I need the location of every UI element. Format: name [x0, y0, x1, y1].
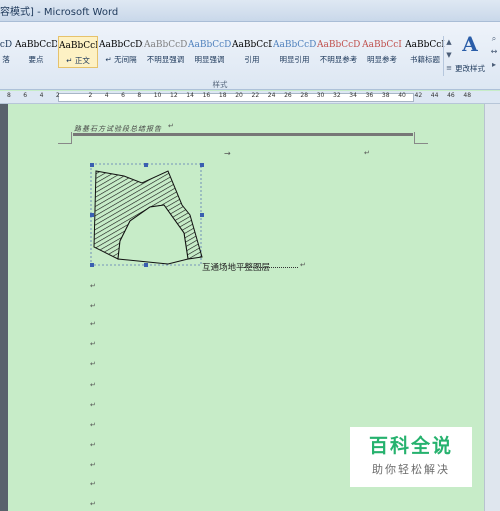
- select-icon[interactable]: ▸: [488, 58, 500, 71]
- ruler-tick-label: 44: [430, 92, 439, 99]
- ribbon-right-strip: ⌕ ↔ ▸: [488, 32, 500, 72]
- ruler-tick-label: 46: [447, 92, 455, 99]
- empty-paragraph-mark: ↵: [90, 360, 96, 368]
- empty-paragraph-mark: ↵: [90, 500, 96, 508]
- horizontal-ruler[interactable]: 8 6 4 2 2 4 6 8 10 12 14 16 18 20 22 24 26 28 30 32 34 36 38 40…: [0, 91, 500, 104]
- style-preview: AaBbCcDi: [273, 40, 316, 50]
- style-name: 明显参考: [367, 55, 397, 64]
- empty-paragraph-mark: ↵: [90, 401, 96, 409]
- ruler-tick-label: 20: [235, 92, 243, 99]
- find-icon[interactable]: ⌕: [488, 32, 500, 45]
- empty-paragraph-mark: ↵: [90, 282, 96, 290]
- header-rule: [73, 133, 413, 136]
- style-preview: AaBbCcDi: [99, 40, 143, 50]
- style-name: 不明显参考: [319, 55, 358, 64]
- style-name: ↵ 正文: [66, 56, 90, 65]
- style-preview: AaBbCcDi: [188, 40, 231, 50]
- style-item[interactable]: AaBbCcD 要点: [15, 36, 57, 68]
- ruler-tick-label: 22: [251, 92, 260, 99]
- margin-corner-right: [414, 132, 428, 144]
- ruler-tick-label: 14: [186, 92, 194, 99]
- style-preview: AaBbCcDi: [59, 41, 97, 51]
- empty-paragraph-mark: ↵: [90, 441, 96, 449]
- watermark-title: 百科全说: [368, 435, 453, 457]
- style-preview: AaBbCcD: [15, 40, 57, 50]
- ruler-tick-label: 30: [316, 92, 325, 99]
- style-item[interactable]: AaBbCcDi ↵ 正文: [58, 36, 98, 68]
- ruler-tick-label: 8: [7, 92, 11, 99]
- ruler-tick-label: 40: [398, 92, 406, 99]
- replace-icon[interactable]: ↔: [488, 45, 500, 58]
- ruler-tick-label: 36: [365, 92, 374, 99]
- vertical-scrollbar[interactable]: [484, 104, 500, 511]
- empty-paragraph-mark: ↵: [90, 302, 96, 310]
- header-paragraph-mark: ↵: [168, 122, 174, 130]
- style-item[interactable]: AaBbCcDi ↵ 无间隔: [99, 36, 143, 68]
- style-name: 不明显强调: [146, 55, 185, 64]
- ruler-tick-label: 10: [153, 92, 162, 99]
- empty-paragraph-mark: ↵: [90, 421, 96, 429]
- tab-arrow-icon: →: [224, 149, 231, 158]
- style-preview: AaBbCcDi: [317, 40, 360, 50]
- watermark-subtitle: 助你轻松解决: [372, 463, 450, 476]
- style-preview: AaBbCcDi: [144, 40, 187, 50]
- ruler-tick-label: 32: [333, 92, 341, 99]
- ruler-tick-label: 2: [88, 92, 93, 99]
- ruler-tick-label: 26: [284, 92, 292, 99]
- ruler-tick-label: 4: [39, 92, 44, 99]
- empty-paragraph-mark: ↵: [90, 480, 96, 488]
- ruler-tick-label: 18: [218, 92, 227, 99]
- change-styles-button[interactable]: A 更改样式: [452, 32, 488, 75]
- ribbon: cD落AaBbCcD要点AaBbCcDi↵ 正文AaBbCcDi↵ 无间隔AaB…: [0, 22, 500, 90]
- empty-paragraph-mark: ↵: [90, 340, 96, 348]
- style-preview: AaBbCcDi: [232, 40, 272, 50]
- site-leveling-drawing[interactable]: [90, 163, 204, 267]
- style-item[interactable]: AaBbCcI 书籍标题: [404, 36, 446, 68]
- empty-paragraph-mark: ↵: [90, 320, 96, 328]
- style-name: 书籍标题: [410, 55, 440, 64]
- style-name: 明显引用: [279, 55, 310, 64]
- ruler-tick-label: 24: [267, 92, 276, 99]
- ruler-tick-label: 6: [121, 92, 125, 99]
- style-item[interactable]: AaBbCcDi 明显引用: [273, 36, 316, 68]
- margin-corner-left: [58, 132, 72, 144]
- style-preview: AaBbCcI: [405, 40, 445, 50]
- ruler-tick-label: 12: [170, 92, 178, 99]
- ruler-tick-label: 28: [300, 92, 309, 99]
- window-title: 容模式] - Microsoft Word: [0, 7, 119, 18]
- style-preview: AaBbCcI: [362, 40, 402, 50]
- ruler-tick-label: 8: [137, 92, 142, 99]
- title-bar: 容模式] - Microsoft Word: [0, 0, 500, 22]
- ruler-tick-label: 42: [414, 92, 423, 99]
- style-item[interactable]: cD 落: [0, 36, 14, 68]
- style-item[interactable]: AaBbCcDi 引用: [232, 36, 272, 68]
- style-item[interactable]: AaBbCcDi 不明显强调: [144, 36, 187, 68]
- style-name: ↵ 无间隔: [105, 55, 137, 64]
- ruler-tick-label: 4: [104, 92, 109, 99]
- change-styles-label: 更改样式: [455, 64, 485, 73]
- styles-group-label: 样式: [212, 80, 228, 89]
- change-styles-icon: A: [462, 32, 478, 56]
- ruler-tick-label: 38: [381, 92, 390, 99]
- style-name: 引用: [244, 55, 260, 64]
- style-item[interactable]: AaBbCcI 明显参考: [361, 36, 403, 68]
- style-name: 落: [2, 55, 10, 64]
- ruler-tick-label: 48: [463, 92, 472, 99]
- style-preview: cD: [0, 40, 13, 50]
- paragraph-mark: ↵: [364, 149, 370, 157]
- left-margin: [0, 104, 8, 511]
- caption-paragraph-mark: ↵: [300, 261, 306, 269]
- style-item[interactable]: AaBbCcDi 不明显参考: [317, 36, 360, 68]
- empty-paragraph-mark: ↵: [90, 461, 96, 469]
- ruler-tick-label: 2: [55, 92, 60, 99]
- empty-paragraph-mark: ↵: [90, 381, 96, 389]
- caption-leader: [244, 267, 298, 268]
- ruler-tick-label: 34: [349, 92, 357, 99]
- ruler-tick-label: 16: [202, 92, 211, 99]
- style-name: 要点: [28, 55, 44, 64]
- style-item[interactable]: AaBbCcDi 明显强调: [188, 36, 231, 68]
- style-name: 明显强调: [194, 55, 225, 64]
- watermark-logo: 百科全说 助你轻松解决: [350, 427, 472, 487]
- ruler-tick-label: 6: [23, 92, 28, 99]
